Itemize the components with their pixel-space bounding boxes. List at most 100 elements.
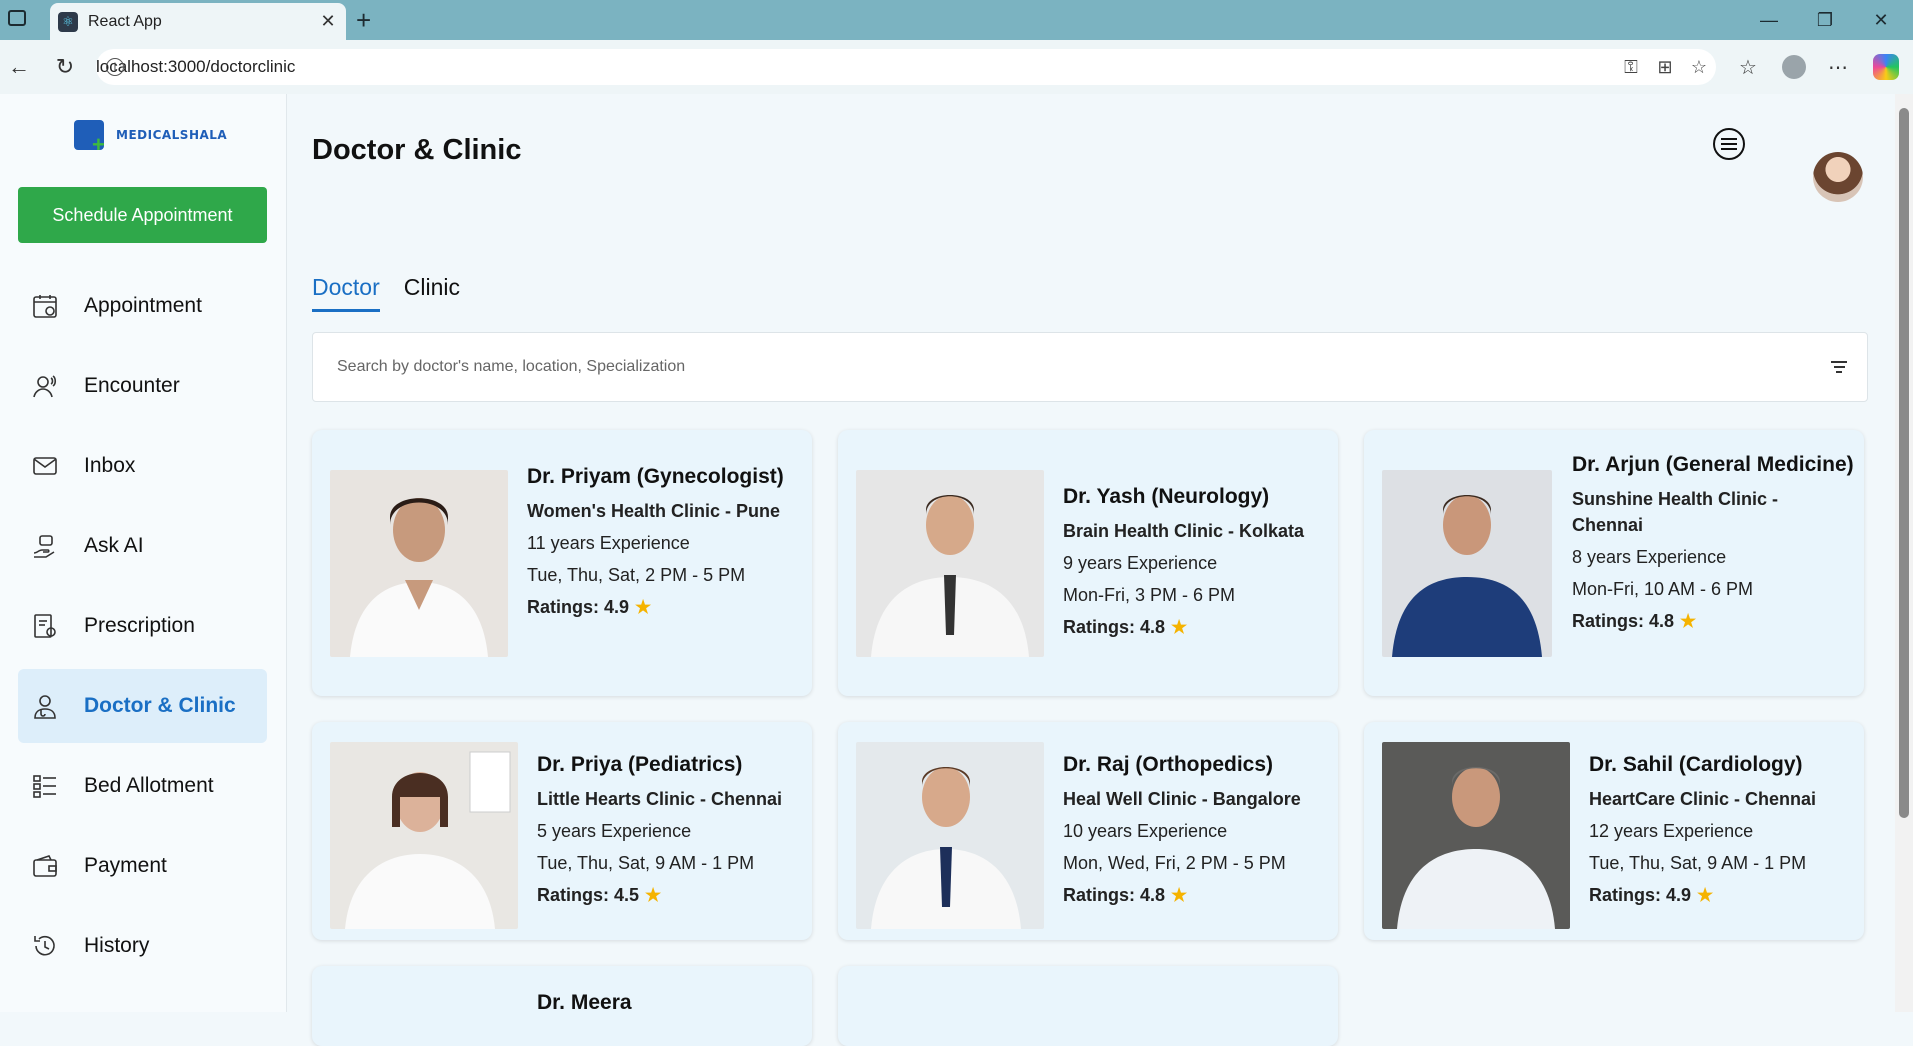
sidebar-item-prescription[interactable]: Prescription <box>18 589 267 663</box>
logo-text: MEDICALSHALA <box>116 128 228 142</box>
profile-icon[interactable] <box>1777 50 1811 84</box>
sidebar-item-inbox[interactable]: Inbox <box>18 429 267 503</box>
browser-sidebar-icon[interactable] <box>8 10 26 26</box>
scrollbar[interactable] <box>1895 94 1913 1012</box>
logo[interactable]: + MEDICALSHALA <box>74 116 228 156</box>
schedule-appointment-button[interactable]: Schedule Appointment <box>18 187 267 243</box>
main-content: Doctor & Clinic Doctor Clinic Dr. Priyam… <box>286 94 1895 1046</box>
sidebar-item-payment[interactable]: Payment <box>18 829 267 903</box>
sidebar-item-appointment[interactable]: Appointment <box>18 269 267 343</box>
doctor-timing: Tue, Thu, Sat, 9 AM - 1 PM <box>537 853 755 873</box>
doctor-timing: Mon, Wed, Fri, 2 PM - 5 PM <box>1063 853 1286 873</box>
doctor-card[interactable]: Dr. Meera <box>312 966 812 1046</box>
tab-title: React App <box>88 12 162 30</box>
doctor-card[interactable]: Dr. Arjun (General Medicine) Sunshine He… <box>1364 430 1864 696</box>
doctor-card[interactable]: Dr. Raj (Orthopedics) Heal Well Clinic -… <box>838 722 1338 940</box>
favorite-star-icon[interactable]: ☆ <box>1682 57 1716 78</box>
key-icon[interactable]: ⚿ <box>1614 57 1648 78</box>
sidebar-item-label: Appointment <box>84 294 202 317</box>
doctor-rating: Ratings: 4.8 ★ <box>1063 882 1328 908</box>
back-icon[interactable]: ← <box>2 50 36 84</box>
restore-icon[interactable]: ❐ <box>1797 0 1853 40</box>
doctor-photo <box>1382 742 1570 929</box>
doctor-card[interactable]: Dr. Priya (Pediatrics) Little Hearts Cli… <box>312 722 812 940</box>
bed-list-icon <box>30 771 60 801</box>
browser-tab[interactable]: ⚛ React App ✕ <box>50 3 346 40</box>
avatar[interactable] <box>1813 152 1863 202</box>
doctor-card[interactable]: Dr. Yash (Neurology) Brain Health Clinic… <box>838 430 1338 696</box>
doctor-experience: 5 years Experience <box>537 821 692 841</box>
doctor-clinic: Brain Health Clinic - Kolkata <box>1063 521 1305 541</box>
reload-icon[interactable]: ↻ <box>48 50 82 84</box>
doctor-name: Dr. Priyam (Gynecologist) <box>527 465 784 488</box>
wallet-icon <box>30 851 60 881</box>
browser-titlebar: ⚛ React App ✕ + — ❐ ✕ <box>0 0 1913 40</box>
scrollbar-thumb[interactable] <box>1899 108 1909 818</box>
mail-icon <box>30 451 60 481</box>
sidebar-item-encounter[interactable]: Encounter <box>18 349 267 423</box>
tab-bar: Doctor Clinic <box>312 274 460 312</box>
sidebar-item-doctor-clinic[interactable]: Doctor & Clinic <box>18 669 267 743</box>
doctor-experience: 12 years Experience <box>1589 821 1754 841</box>
doctor-experience: 10 years Experience <box>1063 821 1228 841</box>
search-input[interactable] <box>335 357 1827 377</box>
favorites-icon[interactable]: ☆ <box>1731 50 1765 84</box>
star-icon: ★ <box>645 885 662 905</box>
rating-text: Ratings: 4.8 <box>1063 885 1166 905</box>
doctor-experience: 11 years Experience <box>527 533 690 553</box>
doctor-photo <box>330 470 508 657</box>
rating-text: Ratings: 4.8 <box>1572 611 1675 631</box>
doctor-card[interactable]: Dr. Priyam (Gynecologist) Women's Health… <box>312 430 812 696</box>
star-icon: ★ <box>635 597 652 617</box>
tab-doctor[interactable]: Doctor <box>312 274 380 312</box>
sidebar-item-label: History <box>84 934 150 957</box>
doctor-experience: 8 years Experience <box>1572 547 1727 567</box>
doctor-name: Dr. Raj (Orthopedics) <box>1063 753 1274 776</box>
sidebar-item-label: Bed Allotment <box>84 774 214 797</box>
doctor-rating: Ratings: 4.9 ★ <box>1589 882 1854 908</box>
doctor-card[interactable]: Dr. Sahil (Cardiology) HeartCare Clinic … <box>1364 722 1864 940</box>
star-icon: ★ <box>1680 611 1697 631</box>
doctor-name: Dr. Meera <box>537 991 632 1014</box>
sidebar-item-history[interactable]: History <box>18 909 267 983</box>
prescription-icon <box>30 611 60 641</box>
doctor-name: Dr. Yash (Neurology) <box>1063 485 1270 508</box>
history-icon <box>30 931 60 961</box>
doctor-photo <box>856 742 1044 929</box>
doctor-rating: Ratings: 4.9 ★ <box>527 594 802 620</box>
doctor-rating: Ratings: 4.5 ★ <box>537 882 802 908</box>
rating-text: Ratings: 4.5 <box>537 885 640 905</box>
sidebar-item-label: Inbox <box>84 454 136 477</box>
doctor-clinic: Women's Health Clinic - Pune <box>527 501 780 521</box>
doctor-clinic: Sunshine Health Clinic - Chennai <box>1572 489 1779 535</box>
star-icon: ★ <box>1171 617 1188 637</box>
doctor-clinic: Heal Well Clinic - Bangalore <box>1063 789 1301 809</box>
sidebar-item-ask-ai[interactable]: Ask AI <box>18 509 267 583</box>
browser-toolbar: ← ↻ i localhost:3000/doctorclinic ⚿ ⊞ ☆ … <box>0 40 1913 94</box>
sidebar-item-bed-allotment[interactable]: Bed Allotment <box>18 749 267 823</box>
copilot-icon[interactable] <box>1869 50 1903 84</box>
doctor-photo <box>1382 470 1552 657</box>
doctor-timing: Mon-Fri, 10 AM - 6 PM <box>1572 579 1754 599</box>
react-favicon-icon: ⚛ <box>58 11 78 32</box>
logo-mark-icon: + <box>74 116 110 156</box>
doctor-photo <box>330 742 518 929</box>
hamburger-menu-icon[interactable] <box>1713 128 1745 160</box>
site-info-icon[interactable]: i <box>106 58 124 76</box>
filter-icon[interactable] <box>1827 355 1851 379</box>
more-icon[interactable]: ⋯ <box>1821 50 1855 84</box>
page-title: Doctor & Clinic <box>312 134 522 166</box>
new-tab-icon[interactable]: + <box>356 5 371 36</box>
sidebar-item-label: Doctor & Clinic <box>84 694 236 717</box>
minimize-icon[interactable]: — <box>1741 0 1797 40</box>
sidebar-item-label: Encounter <box>84 374 180 397</box>
rating-text: Ratings: 4.9 <box>527 597 630 617</box>
doctor-rating: Ratings: 4.8 ★ <box>1572 608 1854 634</box>
tab-clinic[interactable]: Clinic <box>404 274 460 312</box>
doctor-name: Dr. Arjun (General Medicine) <box>1572 453 1854 476</box>
doctor-card[interactable] <box>838 966 1338 1046</box>
address-bar[interactable]: i localhost:3000/doctorclinic ⚿ ⊞ ☆ <box>96 49 1716 85</box>
tab-close-icon[interactable]: ✕ <box>316 11 340 32</box>
close-window-icon[interactable]: ✕ <box>1853 0 1909 40</box>
apps-icon[interactable]: ⊞ <box>1648 57 1682 78</box>
